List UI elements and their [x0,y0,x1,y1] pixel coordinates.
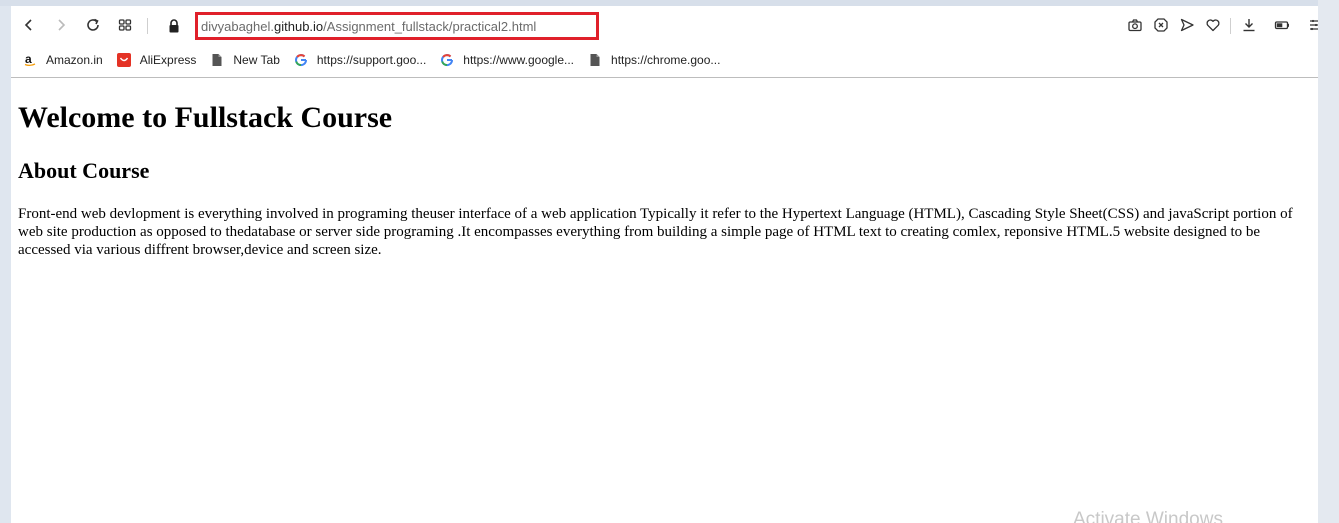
bookmark-label: New Tab [233,53,280,67]
heart-icon [1206,19,1220,32]
bookmark-label: https://www.google... [463,53,575,67]
page-paragraph: Front-end web devlopment is everything i… [18,206,1293,258]
google-icon [294,53,308,67]
bookmark-www-google[interactable]: https://www.google... [440,53,574,67]
bookmark-support-google[interactable]: https://support.goo... [294,53,426,67]
toolbar-divider-2 [1230,18,1231,34]
aliexpress-icon [116,53,131,67]
downloads-button[interactable] [1240,16,1258,34]
page-subheading: About Course [18,158,150,183]
back-button[interactable] [20,16,38,34]
address-bar[interactable]: divyabaghel. github.io/Assignment_fullsta… [195,12,599,40]
bookmark-aliexpress[interactable]: AliExpress [116,53,197,67]
chevron-left-icon [24,19,32,31]
battery-icon [1274,21,1289,30]
settings-lines-icon [1310,19,1318,31]
reload-button[interactable] [84,16,102,34]
speed-dial-button[interactable] [116,16,134,34]
snapshot-button[interactable] [1126,16,1144,34]
toolbar-divider [147,18,148,34]
send-icon [1180,18,1194,32]
bookmark-label: https://support.goo... [316,53,427,67]
blocker-icon [1154,18,1168,32]
chevron-right-icon [58,19,66,31]
google-icon [440,53,454,67]
page-icon [210,53,224,67]
amazon-icon: a [23,53,37,67]
lock-icon [169,19,179,33]
activation-watermark: Activate Windows [1073,509,1223,523]
camera-icon [1128,19,1142,32]
battery-saver-button[interactable] [1273,16,1291,34]
adblock-button[interactable] [1152,16,1170,34]
easy-setup-button[interactable] [1305,16,1318,34]
flow-button[interactable] [1178,16,1196,34]
pinboard-button[interactable] [1204,16,1222,34]
toolbar-separator [11,77,1318,78]
bookmark-new-tab[interactable]: New Tab [210,53,280,67]
bookmark-chrome-google[interactable]: https://chrome.goo... [588,53,720,67]
bookmark-amazon[interactable]: a Amazon.in [23,53,103,67]
reload-icon [87,18,99,31]
browser-window: divyabaghel. github.io/Assignment_fullsta… [11,6,1318,523]
forward-button[interactable] [52,16,70,34]
download-icon [1243,19,1255,32]
page-heading: Welcome to Fullstack Course [18,101,393,134]
window-right-edge [1318,0,1339,523]
bookmark-label: AliExpress [139,53,197,67]
url-host: github.io [274,18,324,34]
bookmark-label: https://chrome.goo... [611,53,721,67]
page-icon [588,53,602,67]
url-path: /Assignment_fullstack/practical2.html [323,18,537,34]
svg-text:a: a [25,53,32,66]
grid-icon [118,19,132,31]
url-host-prefix: divyabaghel. [201,18,274,34]
bookmarks-bar: a Amazon.in AliExpress New Tab https://s… [11,48,1318,72]
browser-toolbar: divyabaghel. github.io/Assignment_fullsta… [11,6,1318,46]
bookmark-label: Amazon.in [46,53,103,67]
